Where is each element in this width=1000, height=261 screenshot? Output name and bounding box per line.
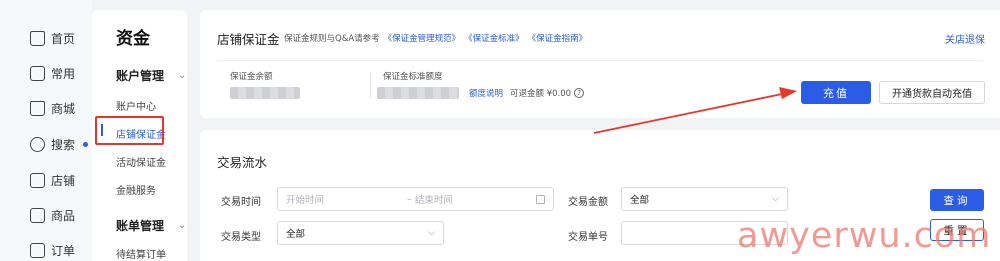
type-label: 交易类型 (221, 232, 261, 243)
nav-item-product[interactable]: 商品 (30, 204, 75, 226)
nav-item-search[interactable]: 搜索 (30, 133, 89, 155)
nav-item-order[interactable]: 订单 (30, 239, 75, 261)
home-icon (30, 30, 45, 46)
type-select[interactable]: 全部 ⌵ (277, 221, 444, 245)
reset-button[interactable]: 重置 (930, 219, 984, 241)
standard-value-blurred (377, 87, 459, 99)
query-button[interactable]: 查询 (930, 189, 984, 211)
submenu-item-pending-orders[interactable]: 待结算订单 (116, 246, 166, 261)
refundable-amount: 可退金额 ¥0.00 ? (510, 87, 585, 99)
search-icon (30, 136, 45, 152)
chevron-down-icon: ⌵ (772, 194, 779, 204)
nav-item-label: 店铺 (51, 173, 76, 188)
auto-recharge-button[interactable]: 开通货款自动充值 (879, 81, 985, 104)
end-time-placeholder: 结束时间 (414, 195, 453, 206)
chevron-down-icon: ⌄ (178, 220, 187, 231)
notification-dot (83, 141, 89, 147)
deposit-reference: 保证金规则与Q&A请参考 《保证金管理规范》 《保证金标准》 《保证金指南》 (284, 32, 587, 44)
deposit-title: 店铺保证金 (217, 32, 280, 47)
quota-explain-link[interactable]: 额度说明 (469, 87, 503, 99)
balance-value-blurred (230, 87, 300, 99)
submenu-group-account[interactable]: 账户管理 ⌄ (116, 67, 186, 84)
number-label: 交易单号 (568, 232, 608, 243)
chevron-down-icon: ⌄ (178, 70, 187, 81)
standard-label: 保证金标准额度 (383, 72, 443, 82)
time-label: 交易时间 (221, 197, 261, 208)
highlight-box (95, 116, 164, 145)
close-shop-refund-link[interactable]: 关店退保 (945, 31, 985, 46)
refundable-text: 可退金额 ¥0.00 (510, 89, 572, 99)
submenu-item-account-center[interactable]: 账户中心 (116, 98, 156, 113)
divider (217, 60, 983, 61)
amount-label: 交易金额 (568, 197, 608, 208)
nav-item-label: 商品 (51, 208, 76, 223)
nav-item-label: 常用 (51, 66, 76, 81)
submenu-item-finance-service[interactable]: 金融服务 (116, 182, 156, 197)
submenu-group-label: 账户管理 (116, 69, 165, 83)
chevron-down-icon: ⌵ (428, 228, 435, 238)
calendar-icon (536, 194, 545, 204)
product-icon (30, 207, 45, 223)
store-icon (30, 100, 45, 116)
link-deposit-rules[interactable]: 《保证金管理规范》 (384, 32, 461, 44)
submenu-group-label: 账单管理 (116, 219, 165, 233)
reference-prefix: 保证金规则与Q&A请参考 (284, 34, 380, 44)
question-circle-icon[interactable]: ? (574, 88, 585, 98)
time-range-picker[interactable]: 开始时间 – 结束时间 (277, 187, 554, 211)
nav-item-mall[interactable]: 商城 (30, 97, 75, 119)
type-value: 全部 (286, 229, 306, 240)
recharge-button[interactable]: 充值 (801, 81, 871, 104)
submenu-item-activity-deposit[interactable]: 活动保证金 (116, 154, 166, 169)
transactions-card: 交易流水 交易时间 开始时间 – 结束时间 交易金额 全部 ⌵ 交易类型 全部 … (200, 130, 1000, 261)
folder-icon (30, 65, 45, 81)
nav-item-common[interactable]: 常用 (30, 62, 75, 84)
start-time-placeholder: 开始时间 (286, 195, 325, 206)
balance-label: 保证金余额 (230, 72, 273, 82)
number-input[interactable] (621, 221, 788, 245)
deposit-card: 店铺保证金 保证金规则与Q&A请参考 《保证金管理规范》 《保证金标准》 《保证… (200, 10, 1000, 118)
nav-item-label: 商城 (51, 101, 76, 116)
main-nav: 首页 常用 商城 搜索 店铺 商品 订单 (0, 0, 92, 261)
nav-item-label: 搜索 (51, 137, 76, 152)
link-deposit-guide[interactable]: 《保证金指南》 (528, 32, 588, 44)
amount-select[interactable]: 全部 ⌵ (621, 187, 788, 211)
nav-item-shop[interactable]: 店铺 (30, 169, 75, 191)
link-deposit-standard[interactable]: 《保证金标准》 (464, 32, 524, 44)
submenu-title: 资金 (116, 29, 150, 49)
shop-icon (30, 172, 45, 188)
transactions-title: 交易流水 (217, 155, 268, 170)
divider (370, 72, 371, 98)
amount-value: 全部 (630, 195, 650, 206)
nav-item-label: 订单 (51, 243, 76, 258)
submenu-group-bill[interactable]: 账单管理 ⌄ (116, 217, 186, 234)
nav-item-home[interactable]: 首页 (30, 27, 75, 49)
range-separator: – (407, 193, 412, 205)
order-icon (30, 242, 45, 258)
nav-item-label: 首页 (51, 31, 76, 46)
